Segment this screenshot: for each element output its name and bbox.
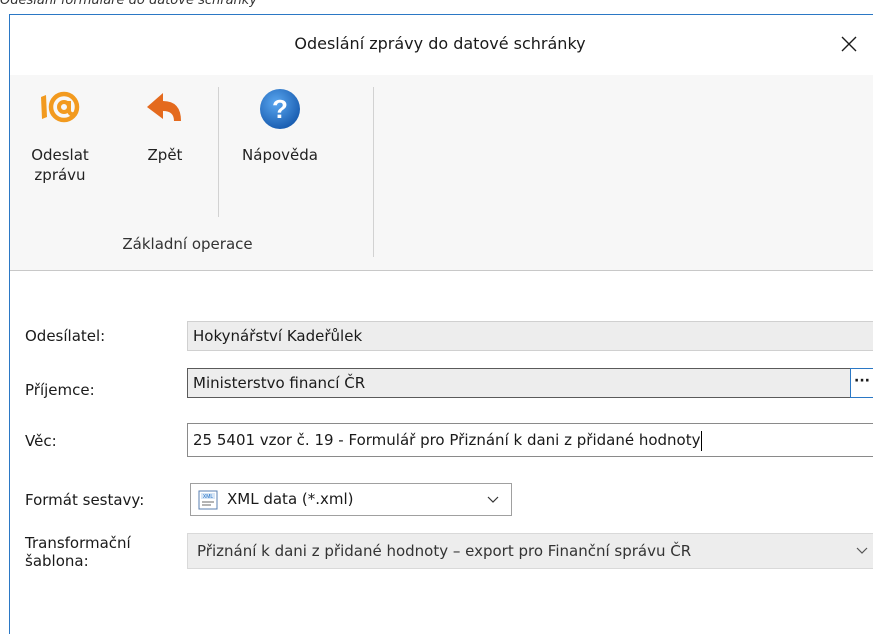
text-cursor: [701, 430, 703, 451]
title-bar: Odeslání zprávy do datové schránky: [10, 15, 873, 75]
svg-text:?: ?: [272, 94, 288, 124]
xml-file-icon: XML: [198, 490, 218, 510]
send-message-button[interactable]: Odeslat zprávu: [30, 87, 90, 207]
send-label-line1: Odeslat: [31, 146, 89, 164]
browse-recipient-button[interactable]: ···: [850, 368, 873, 398]
format-select-value: XML data (*.xml): [227, 490, 354, 508]
send-message-dialog: Odeslání zprávy do datové schránky Odesl…: [9, 14, 873, 634]
figure-caption: Odeslání formuláře do datové schránky: [0, 0, 258, 8]
close-icon: [841, 36, 857, 52]
subject-input[interactable]: 25 5401 vzor č. 19 - Formulář pro Přizná…: [187, 423, 873, 457]
send-label-line2: zprávu: [34, 166, 86, 184]
ribbon-group-separator: [373, 87, 374, 257]
recipient-label: Příjemce:: [25, 381, 95, 399]
sender-field: Hokynářství Kadeřůlek: [187, 321, 873, 351]
svg-text:XML: XML: [203, 494, 214, 500]
chevron-down-icon: [856, 547, 868, 554]
ribbon-group-label: Základní operace: [122, 235, 253, 253]
message-form: Odesílatel: Hokynářství Kadeřůlek Příjem…: [10, 271, 873, 634]
close-button[interactable]: [828, 24, 870, 64]
ribbon-separator: [218, 87, 219, 217]
subject-value: 25 5401 vzor č. 19 - Formulář pro Přizná…: [193, 431, 701, 449]
ribbon-toolbar: Odeslat zprávu Zpět ? Nápověda Základní …: [10, 75, 873, 271]
help-button[interactable]: ? Nápověda: [230, 87, 330, 207]
template-label-line2: šablona:: [25, 552, 89, 570]
back-button[interactable]: Zpět: [140, 87, 190, 207]
window-title: Odeslání zprávy do datové schránky: [294, 34, 586, 53]
template-label: Transformační šablona:: [25, 534, 131, 570]
sender-label: Odesílatel:: [25, 327, 106, 345]
help-label: Nápověda: [242, 146, 318, 164]
help-icon: ?: [260, 89, 300, 129]
chevron-down-icon: [487, 496, 499, 503]
subject-label: Věc:: [25, 432, 57, 450]
template-select-value: Přiznání k dani z přidané hodnoty – expo…: [197, 542, 692, 560]
template-select[interactable]: Přiznání k dani z přidané hodnoty – expo…: [187, 533, 873, 569]
recipient-field: Ministerstvo financí ČR: [187, 368, 867, 398]
format-select[interactable]: XML XML data (*.xml): [190, 483, 512, 516]
at-sign-icon: [41, 91, 80, 123]
format-label: Formát sestavy:: [25, 491, 145, 509]
template-label-line1: Transformační: [25, 534, 131, 552]
back-label: Zpět: [147, 146, 183, 164]
back-arrow-icon: [147, 93, 181, 121]
